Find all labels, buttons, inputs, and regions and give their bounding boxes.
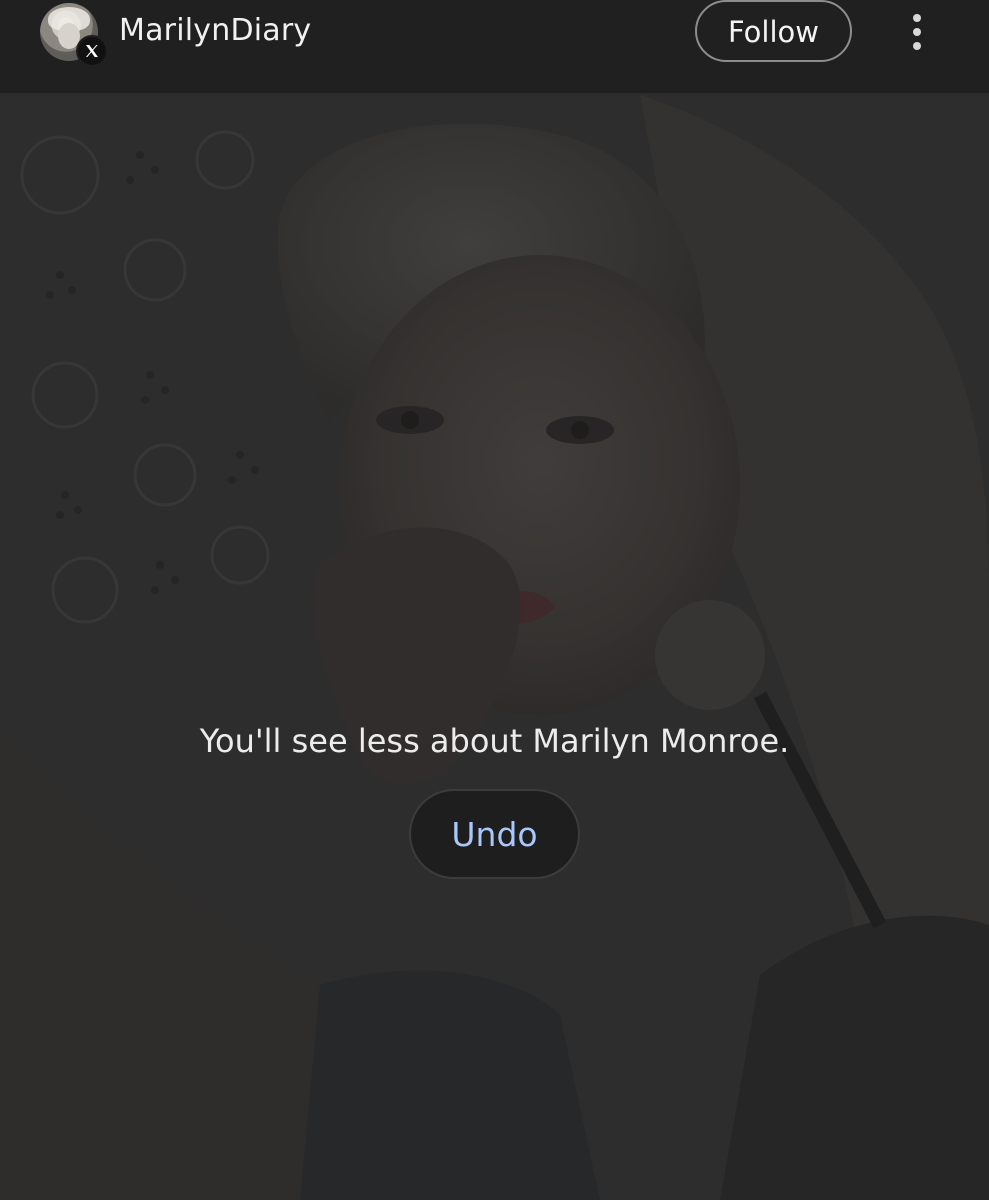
follow-button[interactable]: Follow xyxy=(695,0,852,62)
more-vert-icon[interactable] xyxy=(900,6,934,58)
undo-button[interactable]: Undo xyxy=(409,789,580,879)
dim-overlay xyxy=(0,95,989,1200)
post-card: MarilynDiary Follow You'll see less abou… xyxy=(0,0,989,1200)
post-image: You'll see less about Marilyn Monroe. Un… xyxy=(0,95,989,1200)
username[interactable]: MarilynDiary xyxy=(119,12,311,50)
x-logo-icon xyxy=(76,35,108,67)
feedback-message: You'll see less about Marilyn Monroe. xyxy=(199,722,790,760)
post-header: MarilynDiary Follow xyxy=(0,0,989,95)
